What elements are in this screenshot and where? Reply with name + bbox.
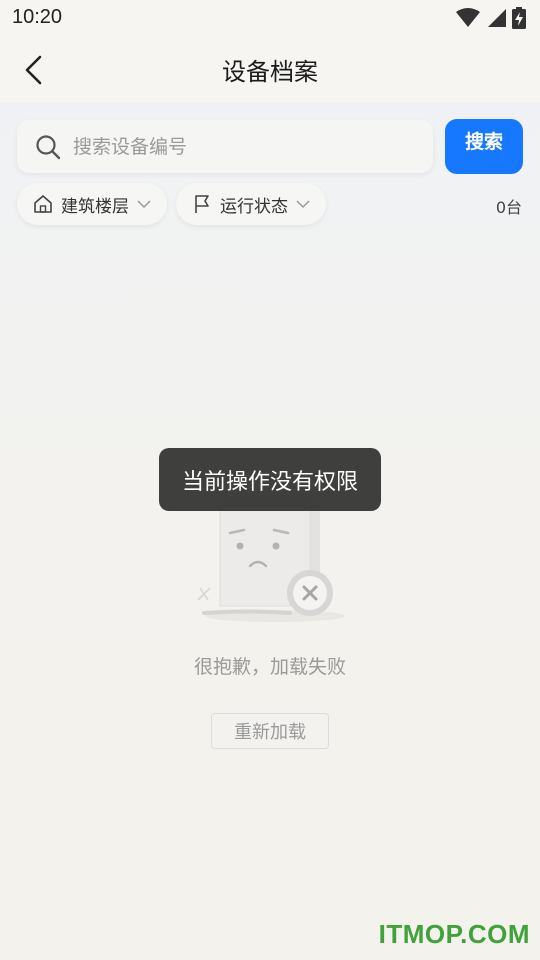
nav-bar: 设备档案 <box>0 36 540 102</box>
page-title: 设备档案 <box>222 58 318 86</box>
search-button[interactable]: 搜索 <box>445 119 523 174</box>
filter-status-label: 运行状态 <box>220 196 288 217</box>
flag-icon <box>195 195 209 213</box>
chevron-down-icon <box>137 200 151 209</box>
filter-building-floor[interactable]: 建筑楼层 <box>17 183 167 225</box>
reload-button[interactable]: 重新加载 <box>211 713 329 749</box>
device-count: 0台 <box>495 198 522 217</box>
wifi-icon <box>456 8 480 27</box>
search-box[interactable] <box>17 120 433 173</box>
permission-toast: 当前操作没有权限 <box>159 448 381 511</box>
watermark: ITMOP.COM <box>378 919 530 949</box>
battery-charging-icon <box>512 7 526 29</box>
home-icon <box>34 195 52 213</box>
search-icon <box>36 134 61 159</box>
filter-run-status[interactable]: 运行状态 <box>176 183 326 225</box>
status-bar: 10:20 <box>0 0 540 36</box>
filter-building-label: 建筑楼层 <box>61 196 129 217</box>
error-message: 很抱歉，加载失败 <box>193 656 346 678</box>
chevron-down-icon <box>296 200 310 209</box>
search-input[interactable] <box>71 134 405 159</box>
signal-icon <box>488 9 506 27</box>
status-icons <box>456 7 526 29</box>
status-time: 10:20 <box>12 6 63 28</box>
